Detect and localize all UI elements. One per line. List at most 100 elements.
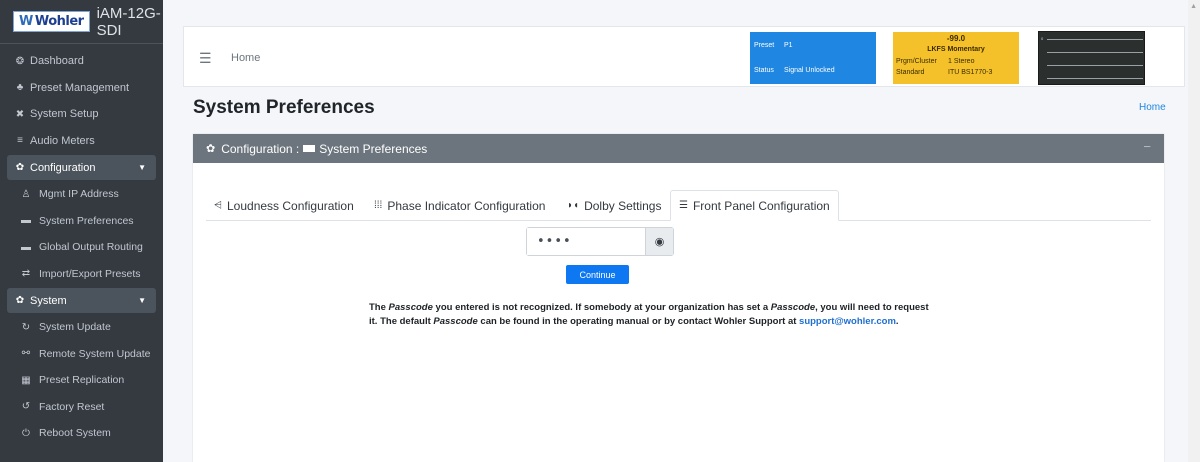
transfer-icon: ⇄: [21, 268, 31, 280]
meter-line: [1047, 52, 1143, 53]
sidebar-item-remote-system-update[interactable]: ⚯ Remote System Update: [0, 341, 163, 368]
message-emphasis: Passcode: [388, 302, 433, 313]
sidebar-item-factory-reset[interactable]: ↺ Factory Reset: [0, 394, 163, 421]
sidebar-group-configuration[interactable]: ✿ Configuration ▼: [7, 155, 156, 180]
card-header-prefix: Configuration :: [221, 141, 300, 156]
gear-icon: ✿: [206, 143, 216, 155]
tab-label: Phase Indicator Configuration: [387, 198, 546, 213]
audio-meter-thumbnail[interactable]: 0: [1038, 31, 1145, 85]
tab-bar: ⩤ Loudness Configuration ⁞⁞⁞ Phase Indic…: [206, 190, 1151, 221]
sidebar-item-label: Reboot System: [39, 427, 111, 440]
loudness-mode: LKFS Momentary: [927, 46, 985, 53]
sidebar-item-reboot-system[interactable]: ⏻ Reboot System: [0, 420, 163, 447]
navbar-home-link[interactable]: Home: [231, 52, 260, 64]
loudness-value: -99.0: [946, 34, 966, 43]
message-emphasis: Passcode: [433, 316, 478, 327]
user-gear-icon: ♣: [16, 82, 24, 94]
keyboard-icon: ▬: [21, 215, 31, 227]
keyboard-icon: ▬: [21, 241, 31, 253]
page-title: System Preferences: [193, 97, 375, 118]
meter-line: [1047, 39, 1143, 40]
tab-front-panel-configuration[interactable]: ☰ Front Panel Configuration: [670, 190, 839, 221]
chart-icon: ⩤: [214, 200, 222, 211]
standard-label: Standard: [896, 69, 925, 76]
sidebar-item-label: Preset Replication: [39, 374, 125, 387]
passcode-error-message: The Passcode you entered is not recogniz…: [369, 301, 929, 329]
gears-icon: ✿: [15, 295, 25, 306]
sidebar-item-mgmt-ip-address[interactable]: ♙ Mgmt IP Address: [0, 181, 163, 208]
message-text: can be found in the operating manual or …: [477, 316, 800, 327]
sidebar-group-label: System: [30, 294, 67, 307]
sync-icon: ↻: [21, 321, 31, 333]
tools-icon: ✖: [15, 108, 25, 120]
meter-scale-mark: 0: [1041, 36, 1044, 41]
keyboard-icon: [303, 145, 316, 152]
sidebar-item-audio-meters[interactable]: ≡ Audio Meters: [0, 128, 163, 155]
sidebar-item-label: Global Output Routing: [39, 241, 143, 254]
sidebar-item-preset-replication[interactable]: ▦ Preset Replication: [0, 367, 163, 394]
top-navbar: ☰ Home Preset P1 Status Signal Unlocked …: [183, 26, 1185, 87]
tab-label: Front Panel Configuration: [692, 198, 830, 213]
message-text: The: [369, 302, 389, 313]
sidebar-item-label: System Preferences: [39, 214, 134, 227]
sidebar-item-import-export-presets[interactable]: ⇄ Import/Export Presets: [0, 261, 163, 288]
standard-value: ITU BS1770-3: [948, 69, 993, 76]
eye-icon[interactable]: ◉: [645, 228, 673, 255]
sidebar-item-label: Import/Export Presets: [39, 267, 141, 280]
sidebar-item-preset-management[interactable]: ♣ Preset Management: [0, 75, 163, 102]
chevron-down-icon: ▼: [138, 163, 146, 172]
brand-name: iAM-12G-SDI: [96, 4, 161, 39]
sidebar-item-label: System Setup: [30, 108, 99, 121]
status-label: Status: [754, 67, 774, 74]
breadcrumb-home-link[interactable]: Home: [1139, 102, 1166, 113]
sidebar-item-label: Preset Management: [30, 81, 130, 94]
cluster-value: 1 Stereo: [948, 58, 975, 65]
power-icon: ⏻: [22, 427, 30, 439]
dolby-icon: ◗◖: [567, 200, 580, 211]
card-header: ✿ Configuration : System Preferences −: [193, 134, 1164, 163]
meter-chart-icon: ≡: [17, 135, 23, 147]
undo-icon: ↺: [21, 401, 31, 413]
sidebar-item-label: Audio Meters: [30, 134, 95, 147]
grid-icon: ⁞⁞⁞: [374, 200, 383, 211]
support-email-link[interactable]: support@wohler.com: [799, 316, 896, 327]
meter-line: [1047, 78, 1143, 79]
continue-button[interactable]: Continue: [566, 265, 629, 284]
sidebar-item-system-setup[interactable]: ✖ System Setup: [0, 101, 163, 128]
remote-network-icon: ⚯: [21, 348, 31, 360]
sidebar-item-label: Dashboard: [30, 55, 84, 68]
preset-label: Preset: [754, 42, 775, 49]
wohler-logo: W Wohler: [13, 11, 90, 32]
database-icon: ▦: [21, 374, 31, 386]
scroll-up-icon[interactable]: ▲: [1190, 3, 1197, 10]
message-text: .: [895, 316, 899, 327]
collapse-button[interactable]: −: [1143, 139, 1151, 154]
chevron-down-icon: ▼: [138, 296, 146, 305]
status-value: Signal Unlocked: [784, 67, 835, 74]
configuration-card: ✿ Configuration : System Preferences − ⩤…: [193, 134, 1164, 462]
card-header-suffix: System Preferences: [319, 141, 428, 156]
loudness-panel: -99.0 LKFS Momentary Prgm/Cluster 1 Ster…: [893, 32, 1019, 84]
tab-dolby-settings[interactable]: ◗◖ Dolby Settings: [567, 190, 661, 221]
sidebar-group-label: Configuration: [30, 161, 96, 174]
message-text: you entered is not recognized. If somebo…: [432, 302, 771, 313]
message-emphasis: Passcode: [770, 302, 816, 313]
sidebar: W Wohler iAM-12G-SDI ❂ Dashboard ♣ Preset…: [0, 0, 163, 462]
sidebar-group-system[interactable]: ✿ System ▼: [7, 288, 156, 313]
passcode-input[interactable]: [527, 228, 645, 255]
network-icon: ♙: [21, 188, 31, 200]
page-scrollbar[interactable]: ▲: [1188, 0, 1200, 462]
brand[interactable]: W Wohler iAM-12G-SDI: [0, 0, 163, 44]
gear-icon: ✿: [15, 162, 25, 173]
tab-phase-indicator-configuration[interactable]: ⁞⁞⁞ Phase Indicator Configuration: [374, 190, 545, 221]
hamburger-menu-icon[interactable]: ☰: [199, 50, 212, 67]
preset-status-panel: Preset P1 Status Signal Unlocked: [750, 32, 876, 84]
sidebar-item-label: Factory Reset: [39, 400, 105, 413]
sidebar-item-system-preferences[interactable]: ▬ System Preferences: [0, 208, 163, 235]
tab-loudness-configuration[interactable]: ⩤ Loudness Configuration: [214, 190, 354, 221]
sidebar-item-system-update[interactable]: ↻ System Update: [0, 314, 163, 341]
sidebar-item-global-output-routing[interactable]: ▬ Global Output Routing: [0, 234, 163, 261]
meter-line: [1047, 65, 1143, 66]
tab-label: Loudness Configuration: [227, 198, 354, 213]
sidebar-item-dashboard[interactable]: ❂ Dashboard: [0, 48, 163, 75]
